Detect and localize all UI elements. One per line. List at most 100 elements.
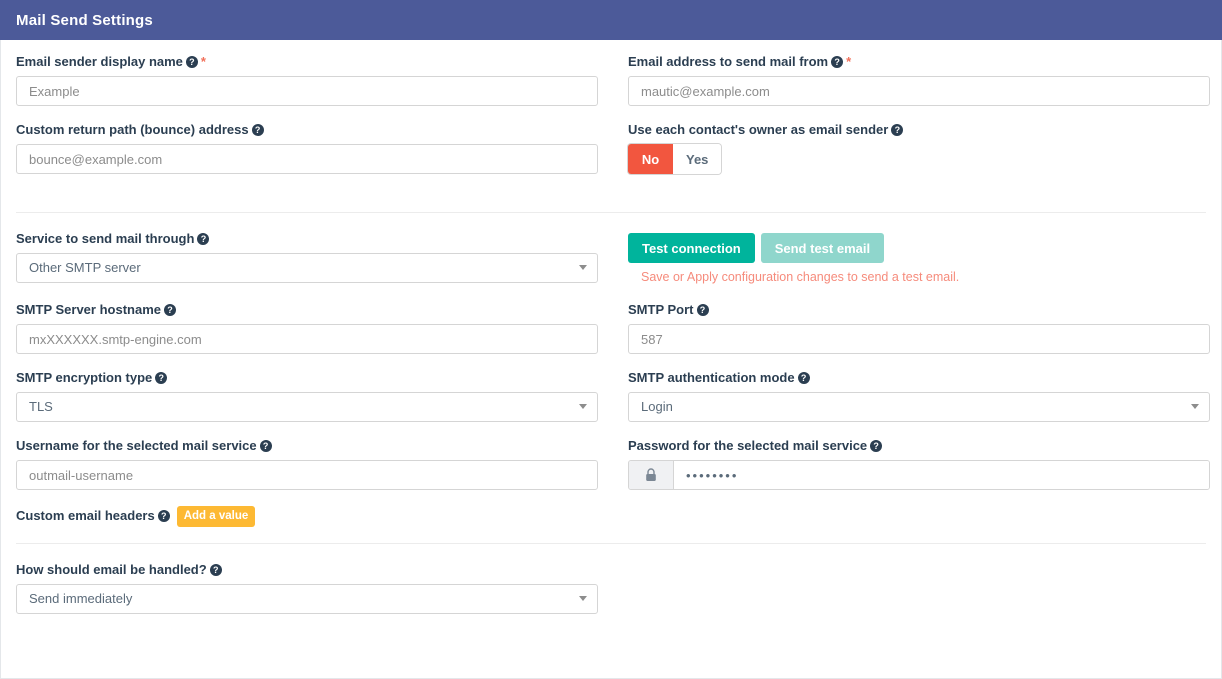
help-icon[interactable]: ?: [163, 304, 176, 316]
help-icon[interactable]: ?: [891, 124, 904, 136]
form-row-handling: How should email be handled?? Send immed…: [16, 562, 1206, 630]
help-icon[interactable]: ?: [259, 440, 272, 452]
column-right: SMTP Port?: [628, 302, 1210, 370]
section-divider-top: [16, 212, 1206, 213]
label-text: How should email be handled?: [16, 562, 207, 577]
help-icon[interactable]: ?: [251, 124, 264, 136]
mail-handling-select[interactable]: Send immediately: [16, 584, 598, 614]
label-text: Username for the selected mail service: [16, 438, 257, 453]
from-address-input[interactable]: [628, 76, 1210, 106]
field-owner-as-mailer: Use each contact's owner as email sender…: [628, 122, 1210, 174]
section-divider-bottom: [16, 543, 1206, 544]
form-row-service: Service to send mail through? Other SMTP…: [16, 231, 1206, 302]
column-right: [628, 562, 1210, 630]
smtp-auth-mode-select[interactable]: Login: [628, 392, 1210, 422]
help-icon[interactable]: ?: [157, 510, 170, 522]
field-custom-headers: Custom email headers? Add a value: [16, 506, 598, 527]
column-left: Service to send mail through? Other SMTP…: [16, 231, 598, 302]
label-custom-headers: Custom email headers? Add a value: [16, 506, 598, 527]
label-smtp-port: SMTP Port?: [628, 302, 1210, 318]
page-title: Mail Send Settings: [16, 11, 153, 29]
smtp-password-input[interactable]: [674, 461, 1209, 489]
required-asterisk: *: [200, 54, 206, 69]
required-asterisk: *: [846, 54, 852, 69]
panel-header: Mail Send Settings: [0, 0, 1222, 40]
mail-service-select[interactable]: Other SMTP server: [16, 253, 598, 283]
help-icon[interactable]: ?: [870, 440, 883, 452]
label-smtp-auth-mode: SMTP authentication mode?: [628, 370, 1210, 386]
field-smtp-auth-mode: SMTP authentication mode? Login: [628, 370, 1210, 422]
panel-body: Email sender display name?* Custom retur…: [1, 40, 1221, 630]
label-text: Password for the selected mail service: [628, 438, 868, 453]
label-text: SMTP Server hostname: [16, 302, 161, 317]
column-left: Email sender display name?* Custom retur…: [16, 54, 598, 190]
column-left: Username for the selected mail service? …: [16, 438, 598, 543]
sender-name-input[interactable]: [16, 76, 598, 106]
label-return-path: Custom return path (bounce) address?: [16, 122, 598, 138]
label-smtp-encryption: SMTP encryption type?: [16, 370, 598, 386]
field-smtp-host: SMTP Server hostname?: [16, 302, 598, 354]
toggle-option-yes[interactable]: Yes: [673, 144, 722, 174]
return-path-input[interactable]: [16, 144, 598, 174]
label-from-address: Email address to send mail from? *: [628, 54, 1210, 70]
help-icon[interactable]: ?: [155, 372, 168, 384]
form-row-credentials: Username for the selected mail service? …: [16, 438, 1210, 543]
test-button-row: Test connection Send test email: [628, 233, 1210, 263]
label-text: SMTP authentication mode: [628, 370, 795, 385]
test-actions: Test connection Send test email Save or …: [628, 233, 1210, 286]
smtp-encryption-value[interactable]: TLS: [16, 392, 598, 422]
smtp-encryption-select[interactable]: TLS: [16, 392, 598, 422]
field-smtp-password: Password for the selected mail service?: [628, 438, 1210, 490]
column-right: Password for the selected mail service?: [628, 438, 1210, 543]
field-smtp-encryption: SMTP encryption type? TLS: [16, 370, 598, 422]
label-mail-service: Service to send mail through?: [16, 231, 598, 247]
label-smtp-host: SMTP Server hostname?: [16, 302, 598, 318]
test-connection-button[interactable]: Test connection: [628, 233, 755, 263]
form-row-encryption-auth: SMTP encryption type? TLS SMTP authentic…: [16, 370, 1210, 438]
help-icon[interactable]: ?: [797, 372, 810, 384]
mail-handling-value[interactable]: Send immediately: [16, 584, 598, 614]
help-icon[interactable]: ?: [209, 564, 222, 576]
label-text: Email sender display name: [16, 54, 183, 69]
field-mail-handling: How should email be handled?? Send immed…: [16, 562, 598, 614]
owner-as-mailer-toggle: No Yes: [628, 144, 722, 174]
smtp-password-group: [628, 460, 1210, 490]
label-smtp-username: Username for the selected mail service?: [16, 438, 598, 454]
help-icon[interactable]: ?: [185, 56, 198, 68]
toggle-option-no[interactable]: No: [628, 144, 673, 174]
help-icon[interactable]: ?: [197, 233, 210, 245]
help-icon[interactable]: ?: [696, 304, 709, 316]
smtp-auth-mode-value[interactable]: Login: [628, 392, 1210, 422]
column-left: SMTP Server hostname?: [16, 302, 598, 370]
form-row-identity: Email sender display name?* Custom retur…: [16, 54, 1210, 190]
label-text: SMTP encryption type: [16, 370, 153, 385]
mail-send-settings-panel: Mail Send Settings Email sender display …: [0, 0, 1222, 679]
column-right: Test connection Send test email Save or …: [628, 233, 1210, 302]
mail-service-value[interactable]: Other SMTP server: [16, 253, 598, 283]
smtp-host-input[interactable]: [16, 324, 598, 354]
field-return-path: Custom return path (bounce) address?: [16, 122, 598, 174]
field-sender-name: Email sender display name? *: [16, 54, 598, 106]
label-sender-name: Email sender display name? *: [16, 54, 598, 70]
column-left: SMTP encryption type? TLS: [16, 370, 598, 438]
form-row-host-port: SMTP Server hostname? SMTP Port?: [16, 302, 1210, 370]
label-text: Service to send mail through: [16, 231, 195, 246]
test-email-note: Save or Apply configuration changes to s…: [641, 270, 960, 284]
label-text: Email address to send mail from: [628, 54, 829, 69]
send-test-email-button: Send test email: [760, 233, 885, 263]
column-right: SMTP authentication mode? Login: [628, 370, 1210, 438]
smtp-port-input[interactable]: [628, 324, 1210, 354]
add-a-value-button[interactable]: Add a value: [176, 506, 256, 527]
column-left: How should email be handled?? Send immed…: [16, 562, 598, 630]
lock-icon: [629, 461, 674, 489]
field-mail-service: Service to send mail through? Other SMTP…: [16, 231, 598, 283]
label-text: Custom return path (bounce) address: [16, 122, 249, 137]
column-right: Email address to send mail from?* Use ea…: [628, 54, 1210, 190]
smtp-username-input[interactable]: [16, 460, 598, 490]
label-mail-handling: How should email be handled??: [16, 562, 598, 578]
field-smtp-port: SMTP Port?: [628, 302, 1210, 354]
help-icon[interactable]: ?: [831, 56, 844, 68]
field-from-address: Email address to send mail from? *: [628, 54, 1210, 106]
label-smtp-password: Password for the selected mail service?: [628, 438, 1210, 454]
